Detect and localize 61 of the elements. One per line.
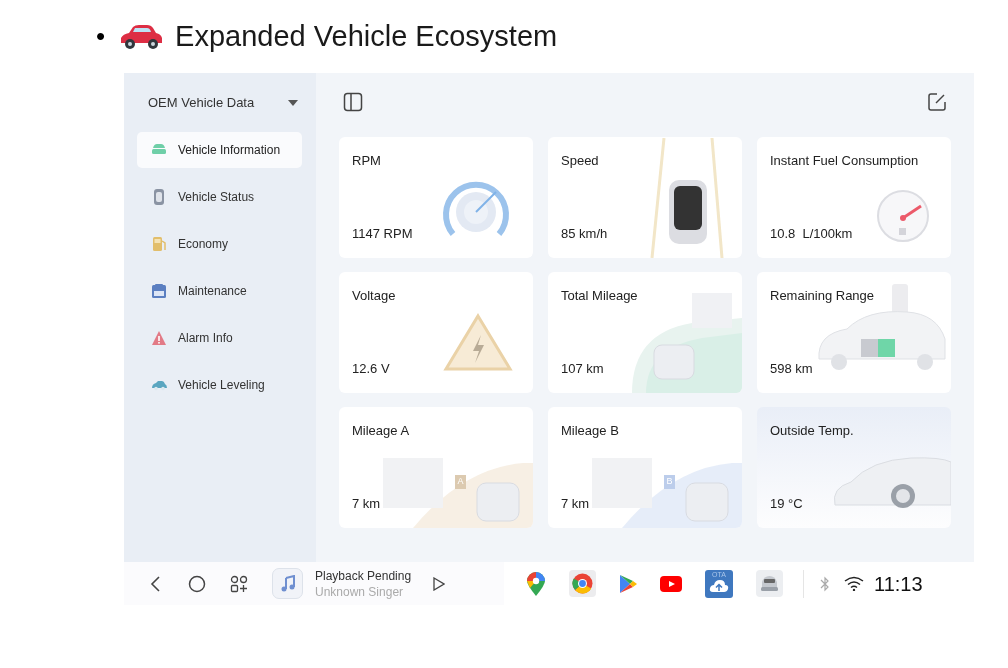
card-title: Mileage A	[352, 422, 410, 440]
car-front-icon[interactable]	[756, 570, 783, 597]
phone-car-icon	[151, 189, 167, 205]
edit-icon[interactable]	[927, 92, 947, 112]
metric-card[interactable]: Voltage 12.6 V	[339, 272, 533, 393]
cloud-upload-icon	[709, 578, 729, 593]
list-bullet: •	[96, 20, 106, 53]
card-value: 12.6 V	[352, 359, 390, 378]
sidebar-item[interactable]: Maintenance	[137, 273, 302, 309]
road-sign: A	[455, 475, 466, 489]
sidebar-item[interactable]: Vehicle Status	[137, 179, 302, 215]
card-value: 19 °C	[770, 494, 803, 513]
metric-card[interactable]: Instant Fuel Consumption 10.8 L/100km	[757, 137, 951, 258]
metric-card[interactable]: Remaining Range 598 km	[757, 272, 951, 393]
metric-card[interactable]: Speed 85 km/h	[548, 137, 742, 258]
metric-card[interactable]: A Mileage A 7 km	[339, 407, 533, 528]
map-pin-icon[interactable]	[526, 570, 546, 597]
sidebar-item[interactable]: Economy	[137, 226, 302, 262]
play-icon[interactable]	[433, 576, 446, 591]
fuel-pump-icon	[151, 236, 167, 252]
metric-card[interactable]: Total Mileage 107 km	[548, 272, 742, 393]
metric-card[interactable]: B Mileage B 7 km	[548, 407, 742, 528]
track-title: Playback Pending	[315, 567, 412, 584]
fuel-gauge-drawing	[875, 188, 931, 244]
card-value: 10.8 L/100km	[770, 224, 853, 243]
card-value: 7 km	[352, 494, 381, 513]
sidebar-item[interactable]: Vehicle Leveling	[137, 367, 302, 403]
warning-sign-drawing	[443, 313, 513, 373]
dropdown-caret-icon[interactable]	[288, 100, 298, 106]
video-play-icon[interactable]	[660, 575, 682, 592]
road-sign: B	[664, 475, 675, 489]
apps-icon[interactable]	[230, 574, 248, 593]
card-title: Outside Temp.	[770, 422, 854, 440]
clock-time: 11:13	[874, 571, 923, 597]
metric-card[interactable]: RPM 1147 RPM	[339, 137, 533, 258]
card-value: 1147 RPM	[352, 224, 413, 243]
artist-name: Unknown Singer	[315, 583, 405, 600]
sidebar-item[interactable]: Alarm Info	[137, 320, 302, 356]
clipboard-icon	[151, 283, 167, 299]
warning-icon	[151, 330, 167, 346]
card-value: 85 km/h	[561, 224, 608, 243]
home-icon[interactable]	[188, 574, 206, 593]
card-title: Voltage	[352, 287, 396, 305]
sidebar-title: OEM Vehicle Data	[148, 94, 255, 113]
card-value: 7 km	[561, 494, 590, 513]
play-store-icon[interactable]	[619, 573, 637, 594]
heading: Expanded Vehicle Ecosystem	[175, 18, 558, 54]
album-art-icon[interactable]	[272, 568, 303, 599]
wifi-icon[interactable]	[844, 576, 864, 591]
card-title: RPM	[352, 152, 381, 170]
card-title: Total Mileage	[561, 287, 638, 305]
card-title: Mileage B	[561, 422, 619, 440]
card-title: Instant Fuel Consumption	[770, 152, 919, 170]
card-title: Remaining Range	[770, 287, 875, 305]
sidebar-item[interactable]: Vehicle Information	[137, 132, 302, 168]
sidebar-toggle-icon[interactable]	[343, 92, 363, 112]
card-value: 598 km	[770, 359, 813, 378]
browser-icon[interactable]	[569, 570, 596, 597]
metric-card[interactable]: Outside Temp. 19 °C	[757, 407, 951, 528]
card-title: Speed	[561, 152, 599, 170]
card-value: 107 km	[561, 359, 604, 378]
